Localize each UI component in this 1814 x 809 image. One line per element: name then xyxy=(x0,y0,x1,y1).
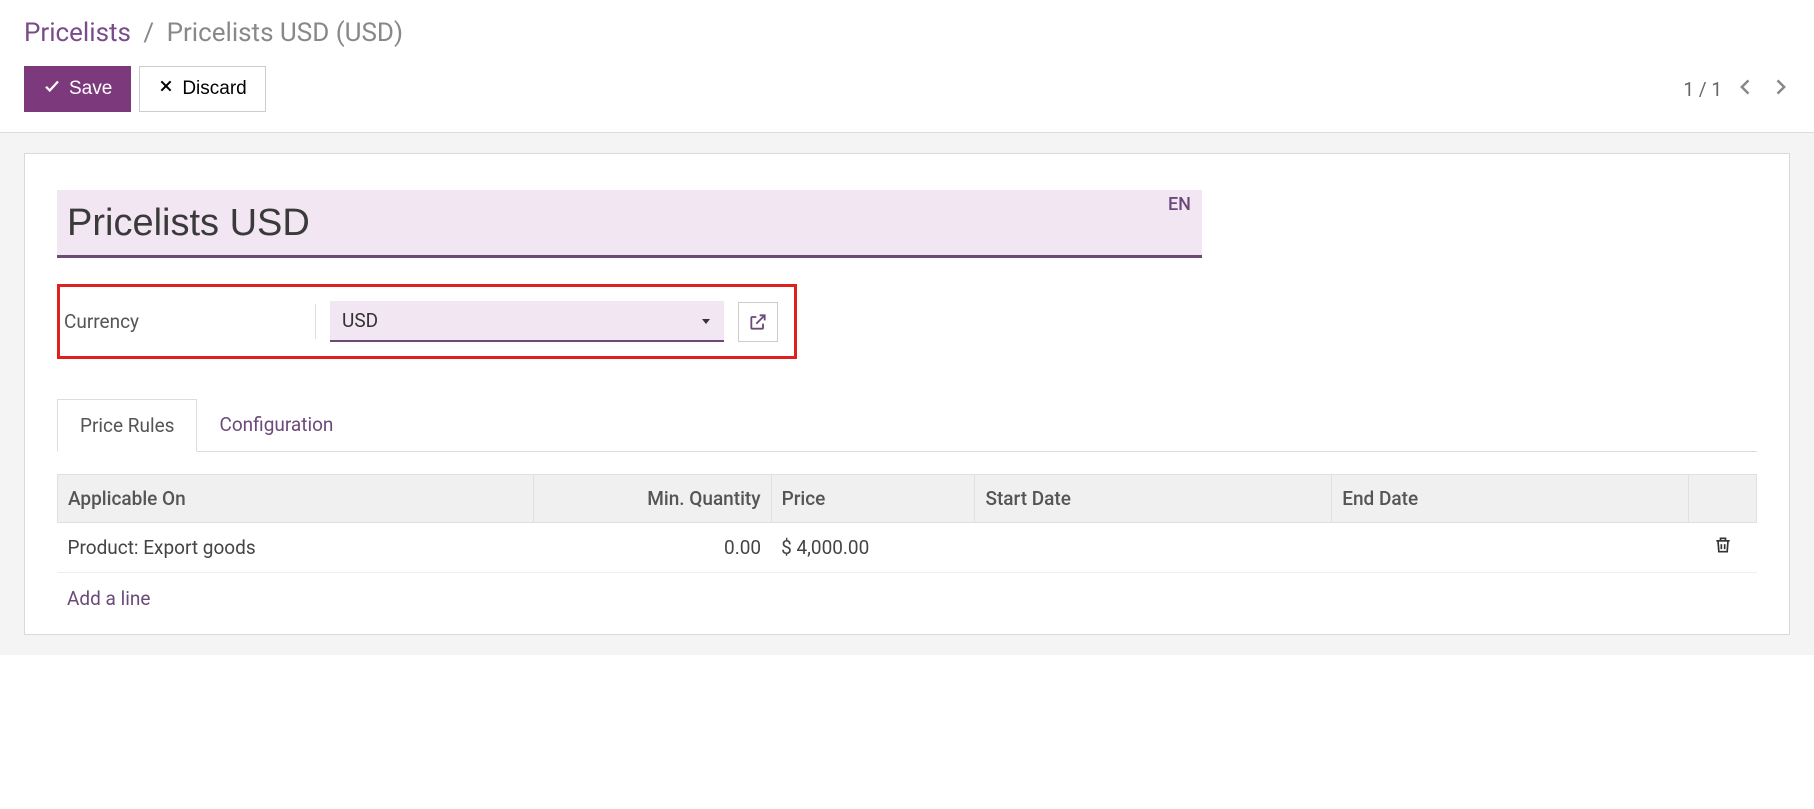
cell-min-qty: 0.00 xyxy=(533,523,771,573)
form-sheet: EN Currency USD Price Rules Co xyxy=(24,153,1790,635)
cell-start-date xyxy=(975,523,1332,573)
breadcrumb: Pricelists / Pricelists USD (USD) xyxy=(24,18,1790,48)
currency-field-highlight: Currency USD xyxy=(57,284,797,359)
breadcrumb-separator: / xyxy=(137,18,160,48)
chevron-right-icon xyxy=(1770,77,1790,97)
trash-icon xyxy=(1713,535,1733,555)
add-line-link[interactable]: Add a line xyxy=(57,573,160,614)
col-end-date[interactable]: End Date xyxy=(1332,475,1689,523)
discard-button[interactable]: Discard xyxy=(139,66,265,112)
language-badge[interactable]: EN xyxy=(1162,190,1197,219)
pager-next[interactable] xyxy=(1770,77,1790,102)
col-actions xyxy=(1689,475,1757,523)
save-button[interactable]: Save xyxy=(24,66,131,112)
discard-button-label: Discard xyxy=(182,78,246,100)
pager: 1 / 1 xyxy=(1683,77,1790,102)
close-icon xyxy=(158,78,174,100)
cell-applicable-on: Product: Export goods xyxy=(58,523,534,573)
check-icon xyxy=(43,77,61,101)
chevron-left-icon xyxy=(1736,77,1756,97)
currency-label: Currency xyxy=(60,304,316,339)
col-start-date[interactable]: Start Date xyxy=(975,475,1332,523)
table-row[interactable]: Product: Export goods 0.00 $ 4,000.00 xyxy=(58,523,1757,573)
pager-prev[interactable] xyxy=(1736,77,1756,102)
currency-value: USD xyxy=(342,309,378,332)
save-button-label: Save xyxy=(69,78,112,100)
col-applicable-on[interactable]: Applicable On xyxy=(58,475,534,523)
external-link-icon xyxy=(748,312,768,332)
external-link-button[interactable] xyxy=(738,302,778,342)
currency-select[interactable]: USD xyxy=(330,301,724,342)
cell-price: $ 4,000.00 xyxy=(771,523,975,573)
cell-end-date xyxy=(1332,523,1689,573)
breadcrumb-root-link[interactable]: Pricelists xyxy=(24,18,131,48)
tab-configuration[interactable]: Configuration xyxy=(197,399,355,451)
pager-text: 1 / 1 xyxy=(1683,78,1722,101)
col-price[interactable]: Price xyxy=(771,475,975,523)
tab-price-rules[interactable]: Price Rules xyxy=(57,399,197,452)
delete-row-button[interactable] xyxy=(1713,537,1733,560)
pricelist-name-input[interactable] xyxy=(57,190,1202,258)
price-rules-table: Applicable On Min. Quantity Price Start … xyxy=(57,474,1757,573)
tabs: Price Rules Configuration xyxy=(57,399,1757,452)
col-min-qty[interactable]: Min. Quantity xyxy=(533,475,771,523)
caret-down-icon xyxy=(700,309,712,332)
breadcrumb-current: Pricelists USD (USD) xyxy=(167,18,404,48)
